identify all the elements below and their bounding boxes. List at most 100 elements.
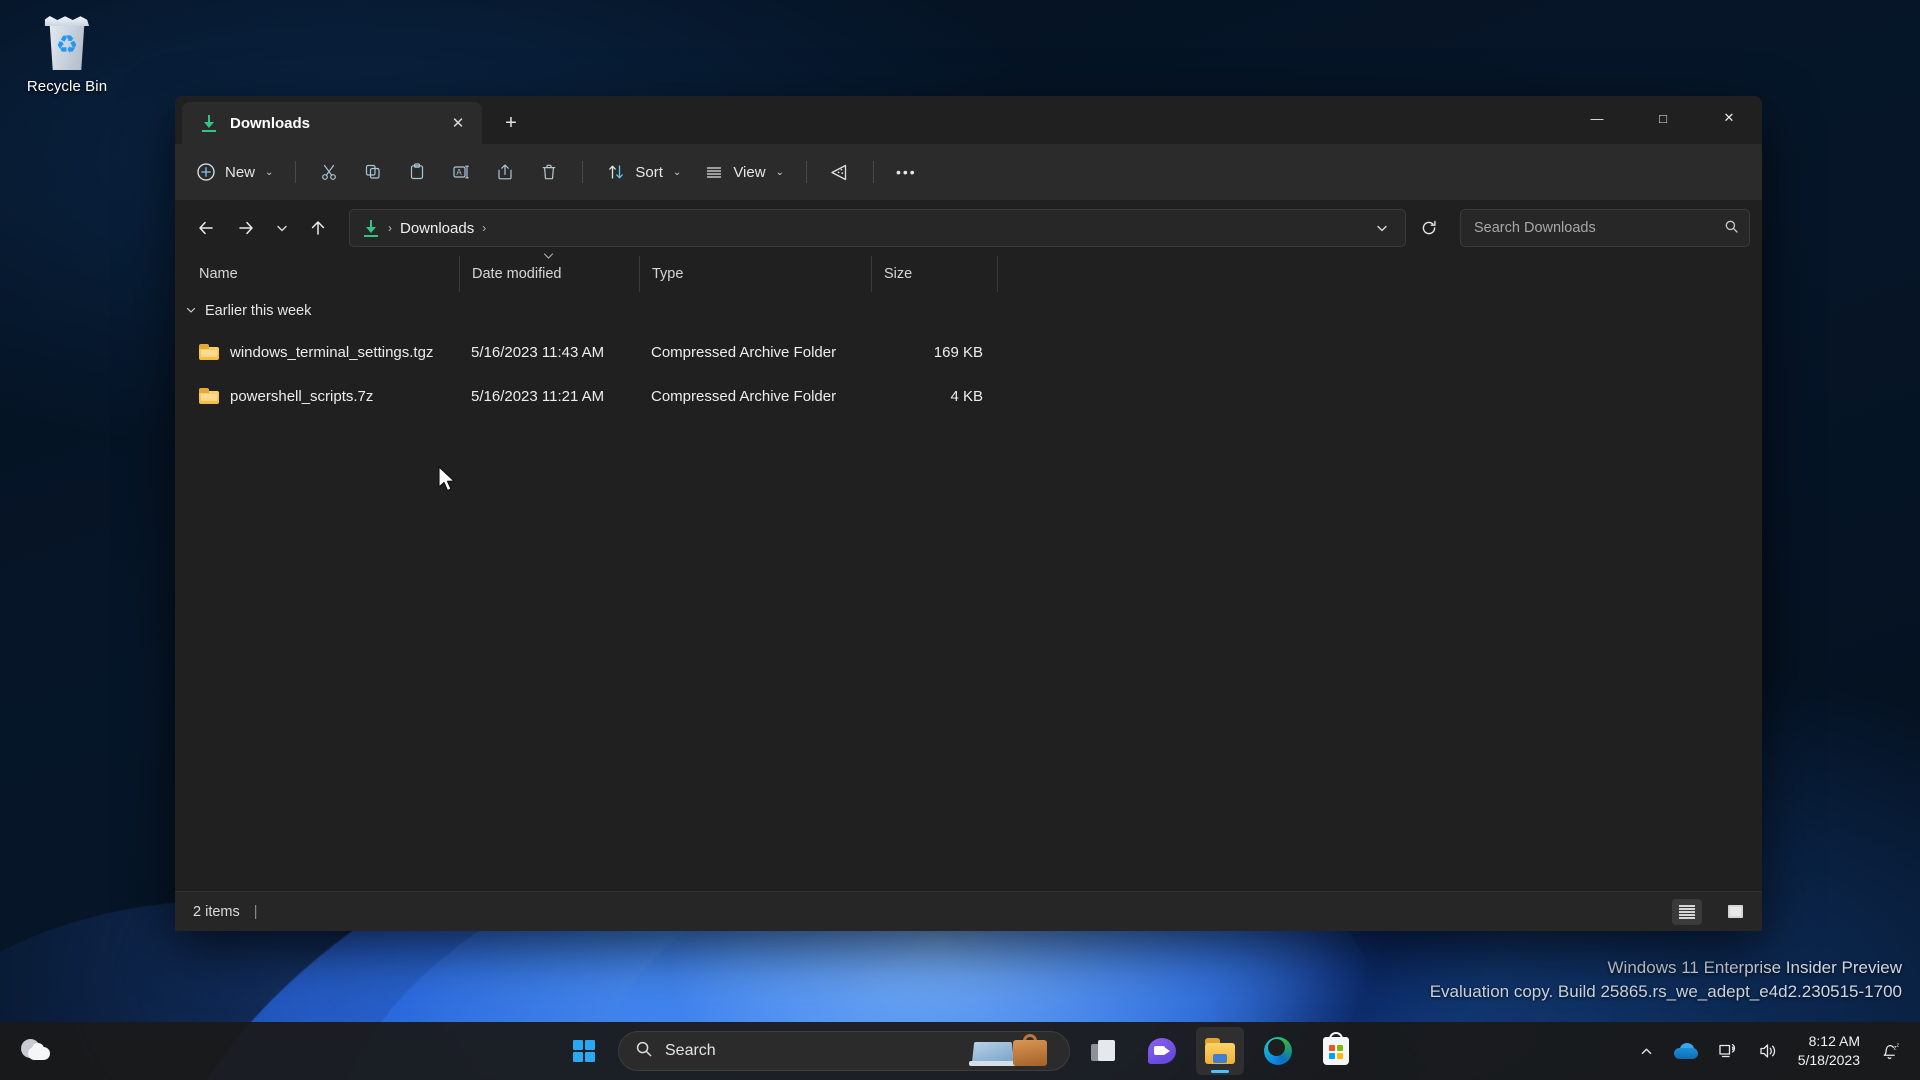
tab-title: Downloads [230,114,311,132]
windows-start-icon [573,1040,595,1062]
status-bar: 2 items | [175,891,1762,931]
column-header-name[interactable]: Name [187,256,459,292]
downloads-arrow-icon [362,219,380,237]
filter-options-icon [829,161,851,183]
share-icon [494,161,516,183]
search-input[interactable] [1474,220,1724,236]
status-divider: | [253,903,258,920]
clock[interactable]: 8:12 AM 5/18/2023 [1790,1032,1868,1070]
desktop-icon-recycle-bin[interactable]: ♻ Recycle Bin [12,8,122,96]
more-options-button[interactable]: ••• [886,152,927,192]
tab-downloads[interactable]: Downloads ✕ [182,102,482,144]
large-icons-view-icon [1727,905,1743,918]
cut-scissors-icon [318,161,340,183]
network-button[interactable] [1710,1031,1746,1071]
watermark-line-2: Evaluation copy. Build 25865.rs_we_adept… [1429,982,1902,1001]
clock-time: 8:12 AM [1808,1033,1860,1049]
view-button-label: View [733,163,766,181]
column-headers: Name Date modified Type Size [175,253,1762,292]
maximize-button[interactable]: □ [1630,96,1696,140]
file-type: Compressed Archive Folder [651,387,837,405]
new-tab-button[interactable]: + [494,106,528,140]
copy-icon [362,161,384,183]
show-hidden-icons-button[interactable] [1631,1031,1662,1071]
command-bar: New ⌄ A Sort ⌄ View ⌄ ••• [175,144,1762,200]
file-explorer-taskbar-button[interactable] [1196,1027,1244,1075]
chevron-down-icon: ⌄ [775,166,784,178]
task-view-icon [1091,1040,1117,1062]
table-row[interactable]: windows_terminal_settings.tgz 5/16/2023 … [175,330,1762,374]
column-header-name-label: Name [199,266,238,282]
cut-button[interactable] [308,152,350,192]
close-button[interactable]: ✕ [1696,96,1762,140]
store-taskbar-button[interactable] [1312,1027,1360,1075]
minimize-button[interactable]: — [1564,96,1630,140]
rename-button[interactable]: A [440,152,482,192]
more-options-label: ••• [895,164,917,180]
toolbar-divider-4 [872,161,874,183]
chat-button[interactable] [1138,1027,1186,1075]
breadcrumb-downloads[interactable]: Downloads [400,220,474,237]
recent-locations-button[interactable] [267,209,297,247]
task-view-button[interactable] [1080,1027,1128,1075]
plus-circle-icon [195,161,217,183]
paste-icon [406,161,428,183]
file-size: 169 KB [933,343,983,361]
file-name-cell: powershell_scripts.7z [187,388,459,405]
downloads-folder-icon [200,114,218,132]
file-explorer-window: Downloads ✕ + — □ ✕ New ⌄ A Sort ⌄ View … [175,96,1762,931]
taskbar-search-box[interactable]: Search [618,1031,1070,1071]
file-type: Compressed Archive Folder [651,343,837,361]
weather-cloud-icon [19,1037,53,1065]
details-view-button[interactable] [1672,898,1702,925]
delete-button[interactable] [528,152,570,192]
file-date: 5/16/2023 11:43 AM [471,343,605,361]
file-list-area: Name Date modified Type Size Earlier thi… [175,253,1762,891]
item-count-label: 2 items [193,903,240,920]
column-header-size-label: Size [884,266,913,282]
forward-button[interactable] [227,209,265,247]
new-button-label: New [225,163,256,181]
copy-button[interactable] [352,152,394,192]
weather-widget[interactable] [14,1032,58,1070]
chat-icon [1148,1038,1176,1064]
chevron-down-icon [185,304,197,319]
rename-icon: A [450,161,472,183]
onedrive-cloud-icon [1673,1043,1698,1059]
share-button[interactable] [484,152,526,192]
view-button[interactable]: View ⌄ [693,152,794,192]
breadcrumb-bar[interactable]: › Downloads › [349,209,1406,247]
new-button[interactable]: New ⌄ [189,152,283,192]
start-button[interactable] [560,1027,608,1075]
chevron-down-icon: ⌄ [265,166,274,178]
file-size: 4 KB [950,387,983,405]
search-box[interactable] [1460,209,1750,247]
sort-button[interactable]: Sort ⌄ [595,152,691,192]
watermark-line-1: Windows 11 Enterprise Insider Preview [1607,958,1902,977]
paste-button[interactable] [396,152,438,192]
address-dropdown-chevron-icon[interactable] [1367,213,1397,243]
refresh-button[interactable] [1410,209,1448,247]
file-name: windows_terminal_settings.tgz [230,343,434,361]
up-button[interactable] [299,209,337,247]
group-header-earlier-this-week[interactable]: Earlier this week [175,292,1762,330]
sort-arrows-icon [605,161,627,183]
column-header-type[interactable]: Type [639,256,871,292]
taskbar: Search 8:12 AM 5/18/2023 z z [0,1022,1920,1080]
clock-date: 5/18/2023 [1797,1052,1860,1068]
back-button[interactable] [187,209,225,247]
chevron-down-icon: ⌄ [672,166,682,178]
onedrive-button[interactable] [1666,1031,1706,1071]
filter-options-button[interactable] [819,152,861,192]
column-header-date-modified[interactable]: Date modified [459,253,639,292]
file-explorer-icon [1205,1038,1235,1064]
edge-taskbar-button[interactable] [1254,1027,1302,1075]
search-illustration-icon [969,1032,1063,1070]
column-header-size[interactable]: Size [871,256,997,292]
tab-close-icon[interactable]: ✕ [444,109,472,137]
notifications-button[interactable]: z z [1872,1031,1910,1071]
large-icons-view-button[interactable] [1720,899,1750,925]
volume-button[interactable] [1750,1031,1786,1071]
taskbar-center-group: Search [560,1022,1360,1080]
table-row[interactable]: powershell_scripts.7z 5/16/2023 11:21 AM… [175,374,1762,418]
